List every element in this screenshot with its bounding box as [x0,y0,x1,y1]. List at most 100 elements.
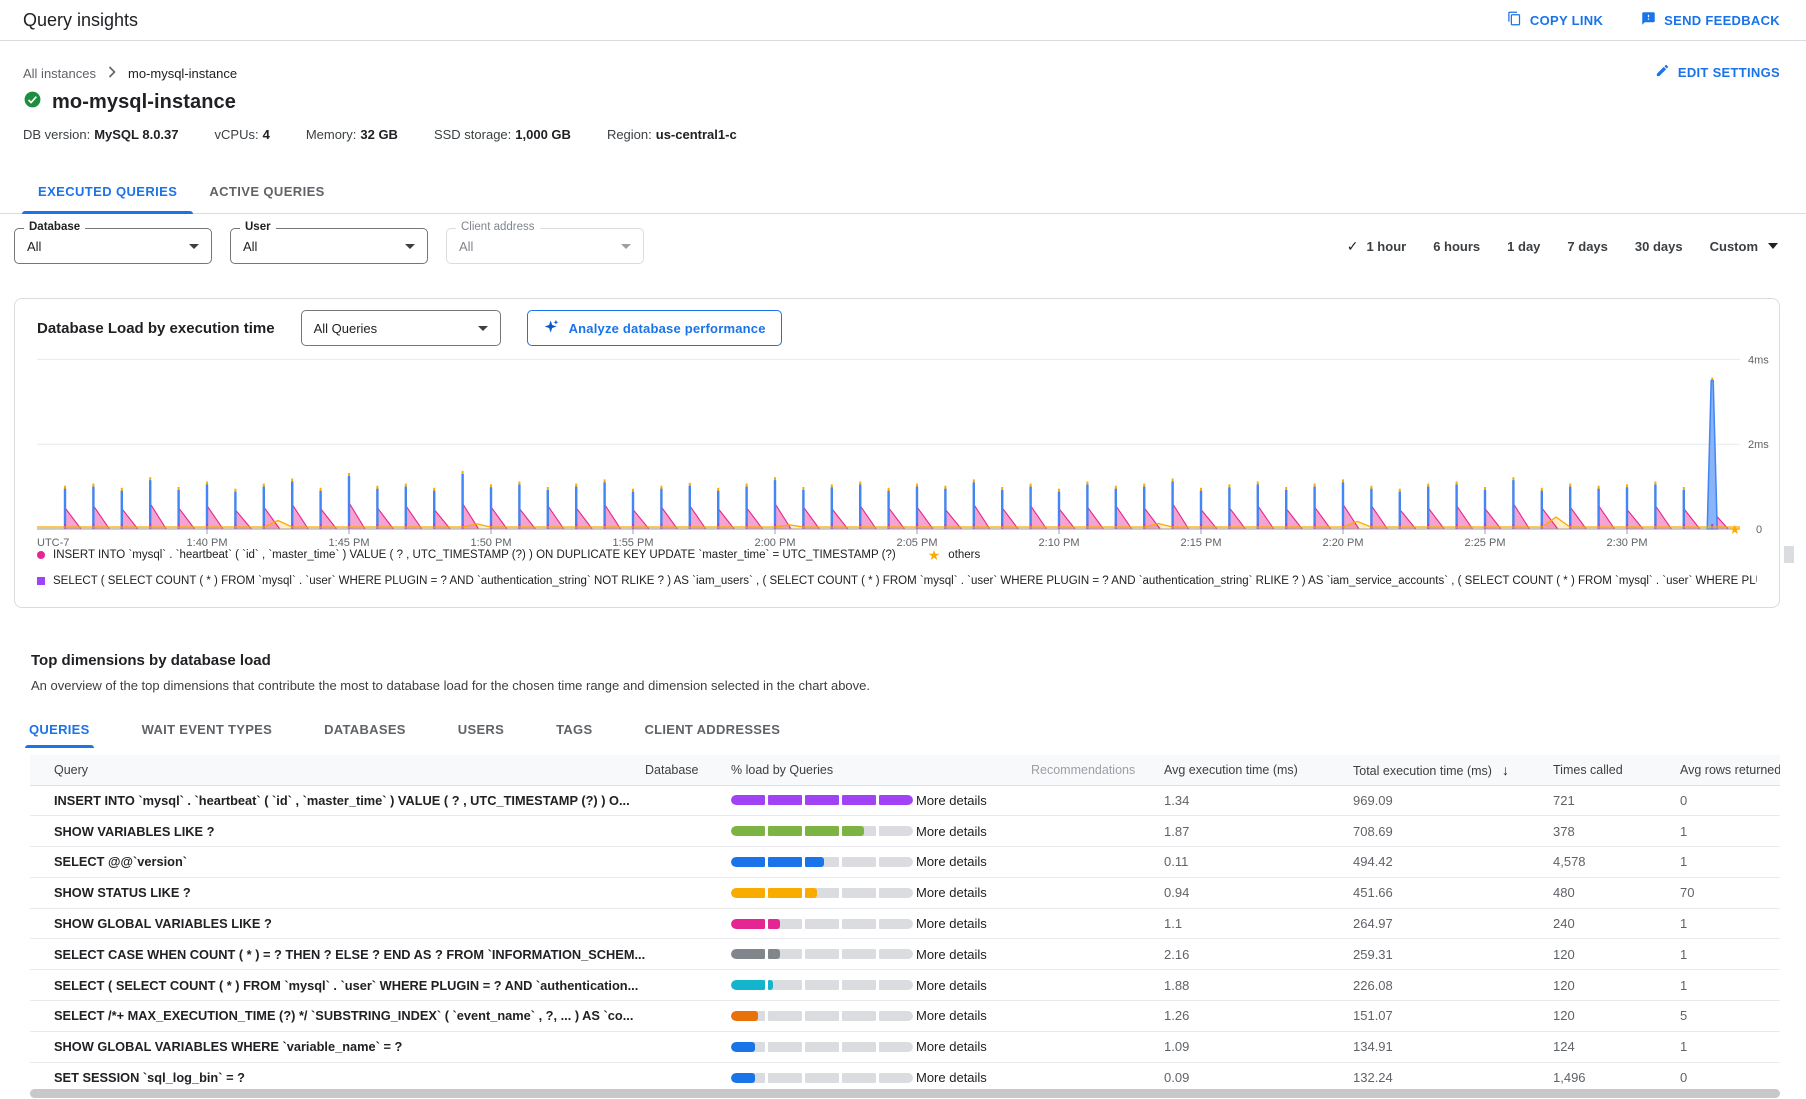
load-percentage-bar [731,949,913,959]
database-load-card: Database Load by execution time All Quer… [14,298,1780,608]
more-details-link[interactable]: More details [916,1001,1031,1032]
times-called: 4,578 [1553,847,1680,878]
load-bar-segment [805,857,839,867]
column-header-database[interactable]: Database [645,755,731,785]
column-header-recommendations[interactable]: Recommendations [1031,755,1164,785]
instance-title-row: mo-mysql-instance [23,89,1780,115]
more-details-link[interactable]: More details [916,877,1031,908]
load-bar-cell [731,1031,916,1062]
more-details-link[interactable]: More details [916,908,1031,939]
load-bar-segment [842,980,876,990]
time-range-1-day[interactable]: 1 day [1507,239,1540,254]
tab-executed-queries[interactable]: EXECUTED QUERIES [22,170,193,213]
dimension-tab-wait-event-types[interactable]: WAIT EVENT TYPES [140,717,274,748]
avg-execution-time: 1.1 [1164,908,1353,939]
time-range-30-days[interactable]: 30 days [1635,239,1683,254]
avg-execution-time: 1.87 [1164,816,1353,847]
query-text[interactable]: SHOW STATUS LIKE ? [30,877,645,908]
pencil-icon [1655,63,1670,81]
more-details-link[interactable]: More details [916,785,1031,816]
query-text[interactable]: SHOW GLOBAL VARIABLES WHERE `variable_na… [30,1031,645,1062]
recommendations-cell [1031,908,1164,939]
instance-name: mo-mysql-instance [52,91,236,114]
avg-rows-returned: 1 [1680,847,1780,878]
query-text[interactable]: SELECT @@`version` [30,847,645,878]
column-header-times-called[interactable]: Times called [1553,755,1680,785]
legend-square-marker [37,577,45,585]
svg-text:1:45 PM: 1:45 PM [329,537,370,549]
instance-header: All instances mo-mysql-instance EDIT SET… [0,41,1806,142]
more-details-link[interactable]: More details [916,847,1031,878]
filter-label: Database [24,221,85,233]
time-range-6-hours[interactable]: 6 hours [1433,239,1480,254]
time-range-label: 6 hours [1433,239,1480,254]
load-bar-segment [731,857,765,867]
table-row: SELECT CASE WHEN COUNT ( * ) = ? THEN ? … [30,939,1780,970]
more-details-link[interactable]: More details [916,939,1031,970]
load-bar-segment [768,857,802,867]
column-header--load-by-queries[interactable]: % load by Queries [731,755,916,785]
times-called: 240 [1553,908,1680,939]
recommendations-cell [1031,816,1164,847]
time-range-label: 1 hour [1366,239,1406,254]
load-bar-fill [731,857,765,867]
svg-text:★: ★ [1729,522,1741,537]
column-header-total-execution-time-ms-[interactable]: Total execution time (ms)↓ [1353,755,1553,785]
load-bar-fill [768,826,802,836]
svg-text:0: 0 [1756,524,1762,536]
query-text[interactable]: SELECT ( SELECT COUNT ( * ) FROM `mysql`… [30,970,645,1001]
more-details-link[interactable]: More details [916,1031,1031,1062]
load-bar-fill [805,888,817,898]
column-header-avg-execution-time-ms-[interactable]: Avg execution time (ms) [1164,755,1353,785]
time-range-label: 7 days [1567,239,1607,254]
chevron-down-icon [621,244,631,249]
query-text[interactable]: SELECT /*+ MAX_EXECUTION_TIME (?) */ `SU… [30,1001,645,1032]
svg-text:2:15 PM: 2:15 PM [1181,537,1222,549]
sort-desc-icon[interactable]: ↓ [1502,762,1509,778]
breadcrumb-current: mo-mysql-instance [128,66,237,81]
table-row: SHOW GLOBAL VARIABLES WHERE `variable_na… [30,1031,1780,1062]
column-header-avg-rows-returned[interactable]: Avg rows returned [1680,755,1780,785]
dimension-tab-tags[interactable]: TAGS [554,717,594,748]
dimension-tab-users[interactable]: USERS [456,717,506,748]
send-feedback-button[interactable]: SEND FEEDBACK [1641,11,1780,29]
load-bar-fill [731,795,765,805]
database-load-chart[interactable]: 1:40 PM1:45 PM1:50 PM1:55 PM2:00 PM2:05 … [15,339,1779,559]
database-filter-select[interactable]: DatabaseAll [14,228,212,264]
send-feedback-label: SEND FEEDBACK [1664,13,1780,28]
query-text[interactable]: INSERT INTO `mysql` . `heartbeat` ( `id`… [30,785,645,816]
more-details-link[interactable]: More details [916,816,1031,847]
load-bar-segment [879,980,913,990]
breadcrumb-all-instances[interactable]: All instances [23,66,96,81]
svg-text:2ms: 2ms [1748,439,1769,451]
avg-execution-time: 0.11 [1164,847,1353,878]
tab-active-queries[interactable]: ACTIVE QUERIES [193,170,340,213]
user-filter-select[interactable]: UserAll [230,228,428,264]
edit-settings-button[interactable]: EDIT SETTINGS [1655,63,1780,81]
load-bar-segment [768,1042,802,1052]
time-range-custom[interactable]: Custom [1710,239,1778,254]
horizontal-scrollbar-thumb[interactable] [30,1089,1780,1098]
load-bar-segment [768,1073,802,1083]
times-called: 378 [1553,816,1680,847]
dimension-tab-queries[interactable]: QUERIES [27,717,92,748]
copy-link-button[interactable]: COPY LINK [1507,11,1603,29]
more-details-link[interactable]: More details [916,970,1031,1001]
query-text[interactable]: SELECT CASE WHEN COUNT ( * ) = ? THEN ? … [30,939,645,970]
dimension-tab-databases[interactable]: DATABASES [322,717,408,748]
total-execution-time: 451.66 [1353,877,1553,908]
time-range-1-hour[interactable]: ✓1 hour [1347,238,1406,255]
column-header-query[interactable]: Query [30,755,645,785]
load-bar-segment [805,980,839,990]
load-bar-segment [731,980,765,990]
load-percentage-bar [731,1042,913,1052]
vertical-scrollbar-thumb[interactable] [1784,546,1794,563]
client-address-filter-select: Client addressAll [446,228,644,264]
time-range-7-days[interactable]: 7 days [1567,239,1607,254]
total-execution-time: 226.08 [1353,970,1553,1001]
load-bar-segment [768,919,802,929]
svg-text:2:30 PM: 2:30 PM [1607,537,1648,549]
query-text[interactable]: SHOW GLOBAL VARIABLES LIKE ? [30,908,645,939]
query-text[interactable]: SHOW VARIABLES LIKE ? [30,816,645,847]
dimension-tab-client-addresses[interactable]: CLIENT ADDRESSES [642,717,782,748]
